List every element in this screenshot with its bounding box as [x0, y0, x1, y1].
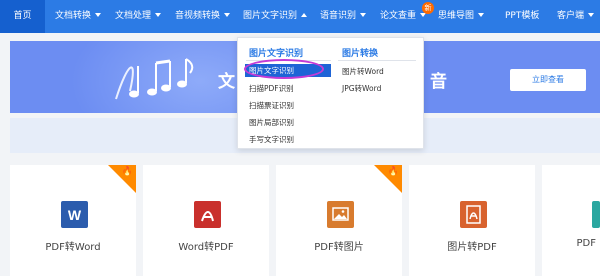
chevron-down-icon [155, 13, 162, 17]
card-label: PDF转图片 [314, 242, 364, 253]
nav-mindmap-label: 思维导图 [438, 11, 475, 21]
pdf-icon [194, 201, 221, 228]
menu-item-image-partial-ocr[interactable]: 图片局部识别 [249, 117, 294, 128]
chevron-up-icon [301, 13, 308, 17]
menu-item-handwriting-ocr[interactable]: 手写文字识别 [249, 134, 294, 145]
image-icon [327, 201, 354, 228]
image-ocr-dropdown: 图片文字识别 图片转换 图片文字识别 扫描PDF识别 扫描票证识别 图片局部识别… [237, 37, 424, 149]
nav-av-convert-label: 音视频转换 [175, 11, 221, 21]
view-now-button[interactable]: 立即查看 [510, 69, 586, 91]
nav-speech[interactable]: 语音识别 [320, 0, 367, 33]
nav-image-ocr[interactable]: 图片文字识别 [243, 0, 308, 33]
new-badge: 新 [422, 2, 434, 14]
nav-av-convert[interactable]: 音视频转换 [175, 0, 231, 33]
nav-doc-process[interactable]: 文档处理 [115, 0, 162, 33]
menu-item-image-to-word[interactable]: 图片转Word [342, 66, 384, 77]
svg-text:W: W [68, 207, 82, 223]
chevron-down-icon [224, 13, 231, 17]
highlight-oval [244, 59, 324, 79]
nav-client-label: 客户端 [557, 11, 585, 21]
divider [338, 60, 416, 61]
chevron-down-icon [360, 13, 367, 17]
card-pdf-to-word[interactable]: 🔥 W PDF转Word [10, 165, 136, 276]
chevron-down-icon [478, 13, 485, 17]
banner-title-right: 音 [430, 72, 447, 92]
music-notes-icon [115, 58, 194, 100]
card-pdf-partial[interactable]: PDF [542, 165, 600, 276]
nav-speech-label: 语音识别 [320, 11, 357, 21]
nav-thesis-check-label: 论文查重 [380, 11, 417, 21]
top-nav: 首页 文档转换 文档处理 音视频转换 图片文字识别 语音识别 论文查重 新 思维… [0, 0, 600, 33]
word-icon: W [61, 201, 88, 228]
nav-doc-convert[interactable]: 文档转换 [55, 0, 102, 33]
nav-thesis-check[interactable]: 论文查重 [380, 0, 427, 33]
flame-icon: 🔥 [387, 167, 399, 177]
chevron-down-icon [95, 13, 102, 17]
nav-doc-process-label: 文档处理 [115, 11, 152, 21]
menu-item-scan-ticket-ocr[interactable]: 扫描票证识别 [249, 100, 294, 111]
banner-title: 文 [218, 72, 236, 92]
nav-doc-convert-label: 文档转换 [55, 11, 92, 21]
pdf-icon [460, 201, 487, 228]
nav-ppt[interactable]: PPT模板 [505, 0, 539, 33]
dropdown-col2-title: 图片转换 [342, 49, 379, 59]
card-word-to-pdf[interactable]: Word转PDF [143, 165, 269, 276]
menu-item-jpg-to-word[interactable]: JPG转Word [342, 83, 381, 94]
dropdown-col1-title: 图片文字识别 [249, 49, 304, 59]
card-label: Word转PDF [178, 242, 234, 253]
card-label: 图片转PDF [447, 242, 497, 253]
flame-icon: 🔥 [121, 167, 133, 177]
card-label: PDF [576, 238, 596, 249]
chevron-down-icon [588, 13, 595, 17]
card-pdf-to-image[interactable]: 🔥 PDF转图片 [276, 165, 402, 276]
card-label: PDF转Word [45, 242, 101, 253]
card-image-to-pdf[interactable]: 图片转PDF [409, 165, 535, 276]
nav-mindmap[interactable]: 思维导图 [438, 0, 485, 33]
nav-client[interactable]: 客户端 [557, 0, 595, 33]
nav-home[interactable]: 首页 [0, 0, 45, 33]
pdf-tool-icon [592, 201, 600, 228]
menu-item-scan-pdf-ocr[interactable]: 扫描PDF识别 [249, 83, 294, 94]
nav-image-ocr-label: 图片文字识别 [243, 11, 298, 21]
nav-ppt-label: PPT模板 [505, 11, 540, 21]
